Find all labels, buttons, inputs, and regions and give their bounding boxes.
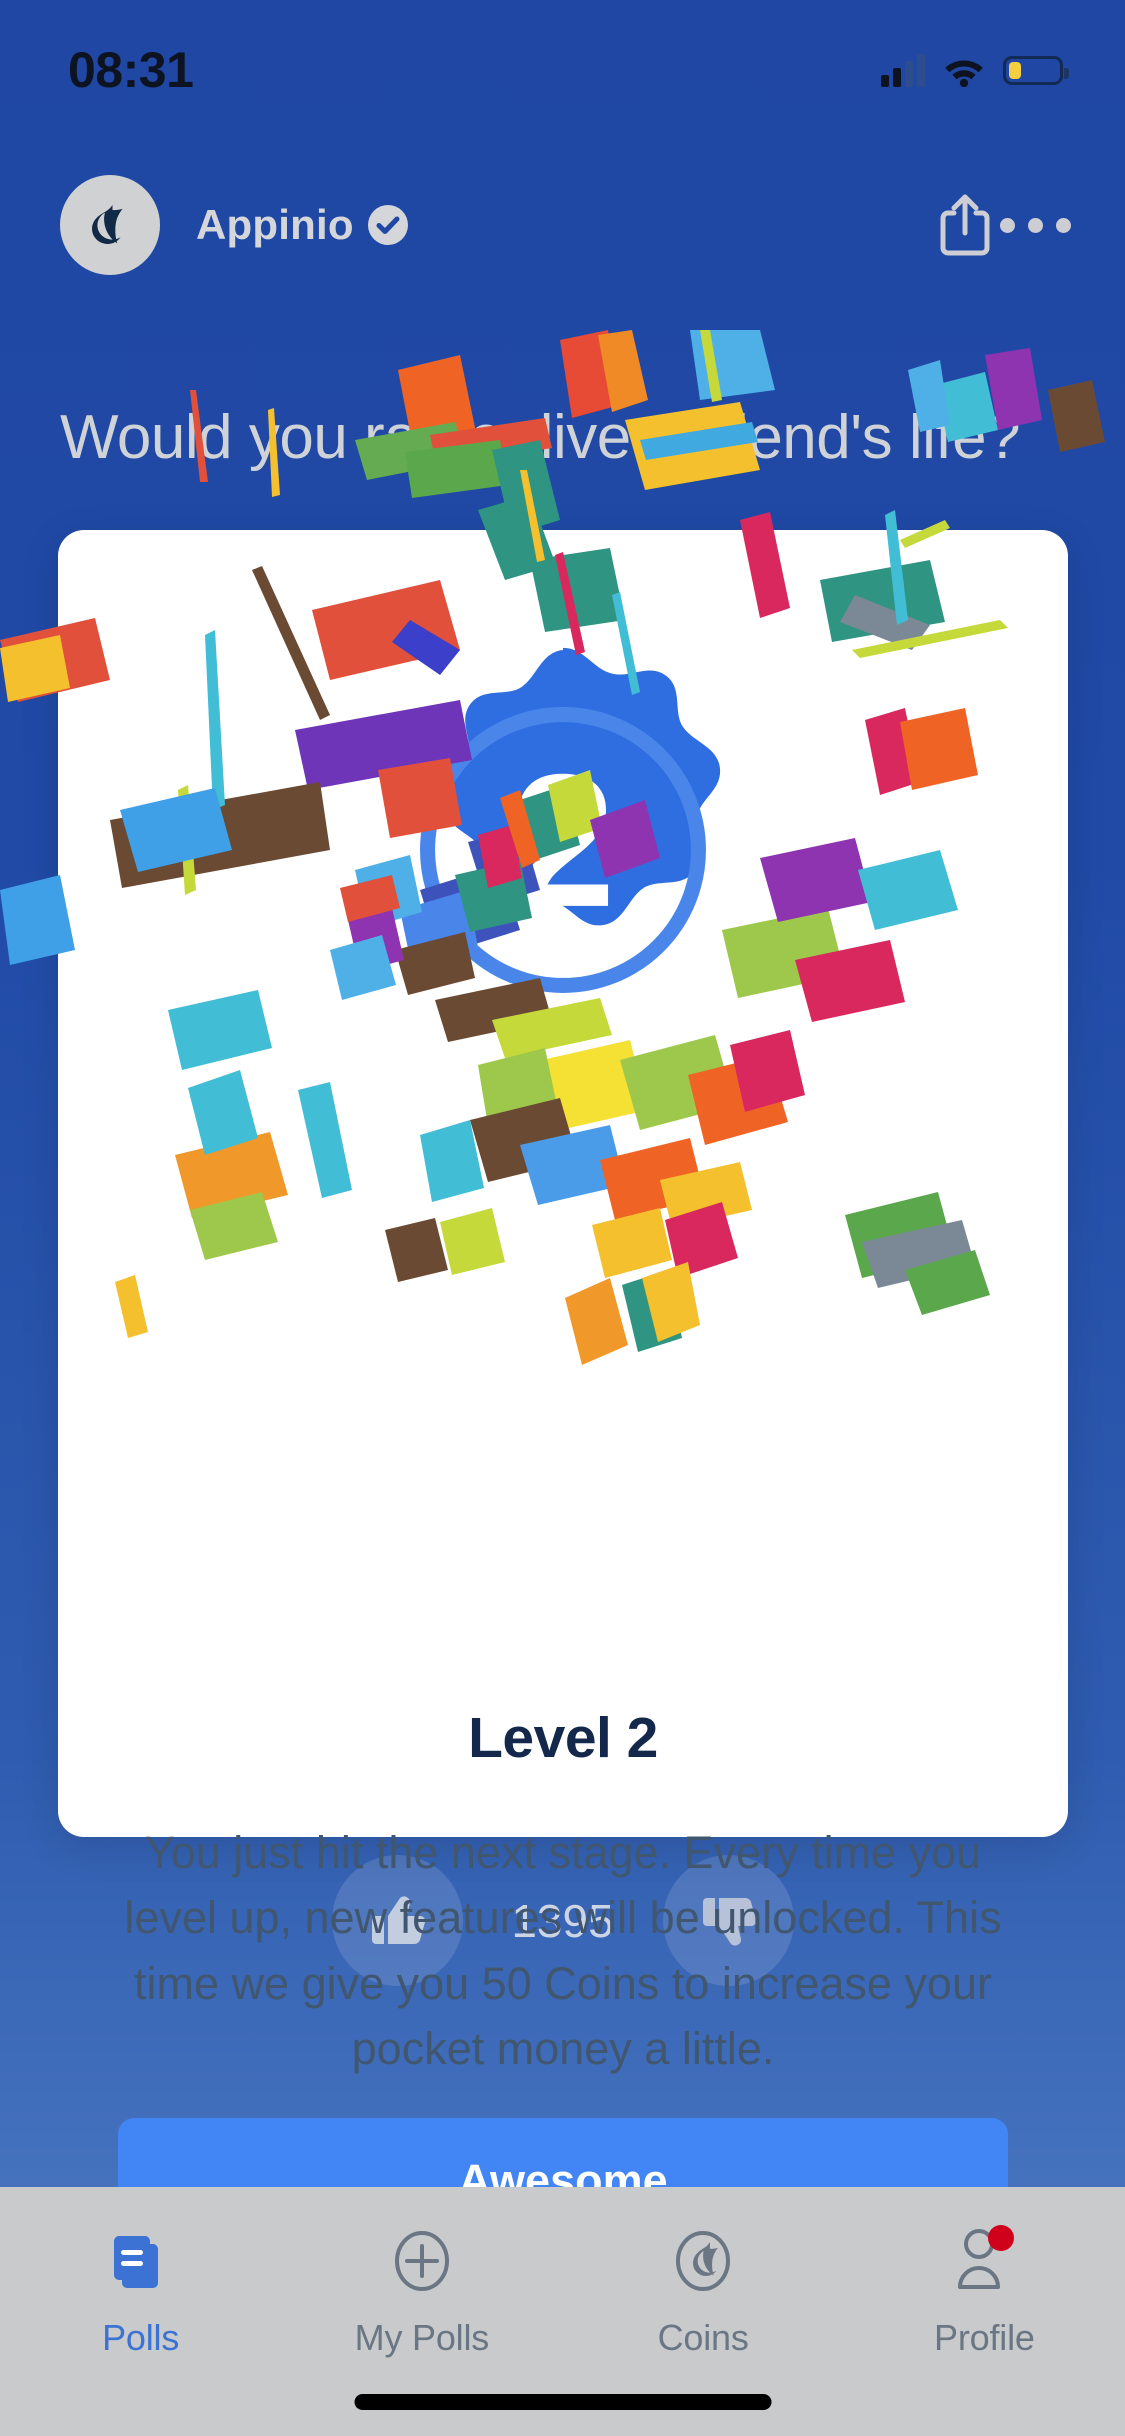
status-bar: 08:31 <box>0 0 1125 140</box>
share-button[interactable] <box>930 190 1000 260</box>
badge-number: 2 <box>510 736 615 947</box>
tab-polls[interactable]: Polls <box>0 2223 281 2359</box>
wifi-icon <box>945 60 983 87</box>
appinio-logo-avatar <box>92 205 123 244</box>
battery-low-icon <box>1003 55 1069 85</box>
level-badge-icon: 2 <box>420 647 721 993</box>
poll-question: Would you rather live a friend's life? <box>60 403 1021 472</box>
more-options-icon <box>999 217 1071 233</box>
appinio-coin-icon <box>668 2223 738 2299</box>
home-indicator[interactable] <box>354 2394 771 2410</box>
notification-dot <box>988 2225 1015 2251</box>
tab-my-polls-label: My Polls <box>354 2317 490 2358</box>
level-up-modal: 2 Level 2 You just hit the next stage. E… <box>58 530 1068 2243</box>
status-time: 08:31 <box>68 42 194 98</box>
verified-check-icon <box>367 205 408 245</box>
phone-screen: 08:31 Appinio Would you rather live a fr… <box>0 0 1125 2436</box>
cellular-signal-icon <box>881 53 925 87</box>
level-badge-wrap: 2 <box>58 570 1068 1130</box>
avatar[interactable] <box>60 175 160 275</box>
more-options-button[interactable] <box>999 190 1071 260</box>
tab-profile[interactable]: Profile <box>844 2223 1125 2359</box>
tab-coins-label: Coins <box>657 2317 749 2358</box>
status-indicators <box>881 53 1069 87</box>
app-header: Appinio <box>0 170 1125 280</box>
account-name: Appinio <box>196 201 354 248</box>
modal-title: Level 2 <box>468 1706 658 1770</box>
modal-body: You just hit the next stage. Every time … <box>124 1827 1002 2074</box>
tab-my-polls[interactable]: My Polls <box>281 2223 562 2359</box>
tab-polls-label: Polls <box>102 2317 180 2358</box>
person-icon <box>946 2223 1022 2299</box>
plus-circle-icon <box>387 2223 457 2299</box>
bottom-tab-bar: Polls My Polls Coins Profile <box>0 2187 1125 2436</box>
polls-stacked-cards-icon <box>106 2223 176 2299</box>
tab-coins[interactable]: Coins <box>563 2223 844 2359</box>
tab-profile-label: Profile <box>934 2317 1035 2358</box>
brand: Appinio <box>196 201 408 249</box>
share-icon <box>940 194 990 256</box>
